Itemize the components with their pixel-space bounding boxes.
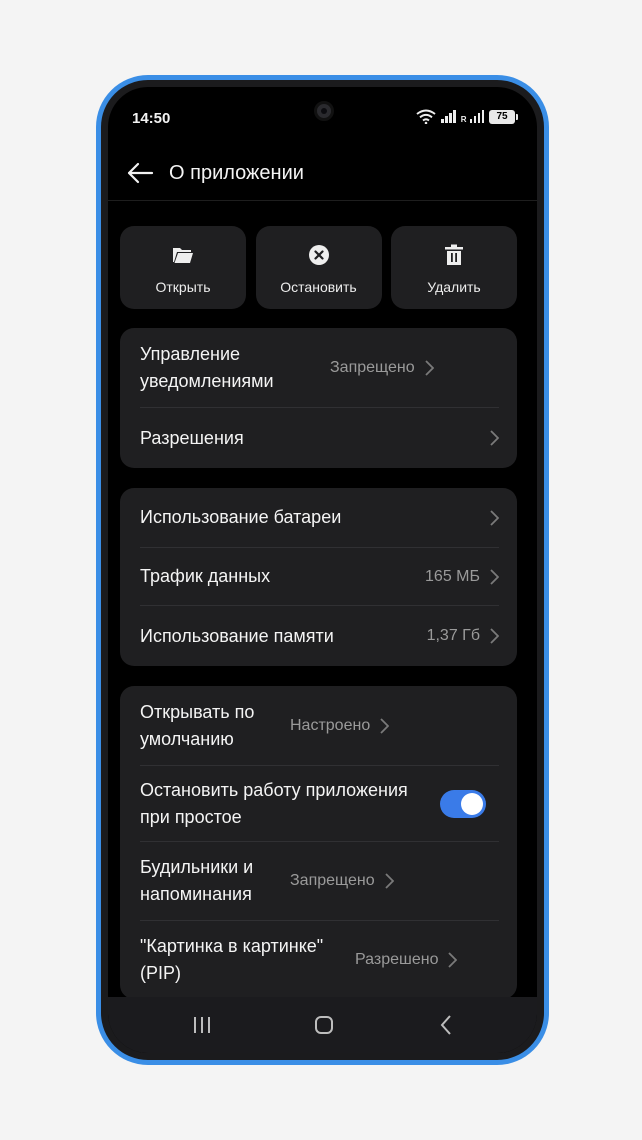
back-button[interactable]	[120, 153, 160, 193]
permissions-row[interactable]: Разрешения	[140, 408, 499, 468]
trash-icon	[442, 243, 466, 267]
open-by-default-value: Настроено	[290, 716, 371, 734]
front-camera	[314, 101, 334, 121]
chevron-right-icon	[448, 952, 458, 968]
notifications-title: Управление уведомлениями	[140, 343, 274, 391]
memory-usage-title: Использование памяти	[140, 625, 334, 646]
delete-button[interactable]: Удалить	[391, 226, 517, 309]
back-nav-icon	[440, 1015, 451, 1035]
alarms-value: Запрещено	[290, 872, 375, 889]
memory-usage-value: 1,37 Гб	[426, 627, 480, 644]
alarms-title: Будильники и напоминания	[140, 857, 254, 904]
idle-stop-toggle[interactable]	[440, 789, 486, 818]
notifications-value: Запрещено	[330, 358, 415, 376]
folder-open-icon	[171, 243, 195, 267]
idle-stop-title: Остановить работу приложения при простое	[140, 779, 408, 827]
chevron-right-icon	[425, 359, 434, 376]
phone-bezel: 14:50 R 75 О приложении Открыть Останови…	[101, 80, 544, 1060]
screen: 14:50 R 75 О приложении Открыть Останови…	[108, 87, 537, 1053]
settings-card-notifications: Управление уведомлениями Запрещено Разре…	[120, 328, 517, 468]
phone-frame: 14:50 R 75 О приложении Открыть Останови…	[96, 75, 549, 1065]
settings-card-usage: Использование батареи Трафик данных 165 …	[120, 488, 517, 666]
settings-card-behavior: Открывать по умолчанию Настроено Останов…	[120, 686, 517, 999]
stop-button[interactable]: Остановить	[255, 226, 382, 309]
data-traffic-title: Трафик данных	[140, 566, 271, 586]
status-time: 14:50	[132, 110, 171, 127]
data-traffic-value: 165 МБ	[425, 567, 480, 585]
page-title: О приложении	[169, 162, 304, 184]
pip-value: Разрешено	[355, 951, 439, 968]
open-button-label: Открыть	[155, 279, 211, 295]
battery-usage-title: Использование батареи	[140, 507, 342, 527]
home-button[interactable]	[310, 1011, 338, 1039]
app-header: О приложении	[108, 145, 537, 201]
open-by-default-row[interactable]: Открывать по умолчанию Настроено	[140, 686, 499, 766]
open-button[interactable]: Открыть	[120, 226, 246, 309]
signal-icon-sim1	[441, 110, 456, 123]
data-traffic-row[interactable]: Трафик данных 165 МБ	[140, 548, 499, 606]
recent-apps-icon	[194, 1017, 210, 1033]
open-by-default-title: Открывать по умолчанию	[140, 701, 255, 749]
battery-usage-row[interactable]: Использование батареи	[140, 488, 499, 548]
home-icon	[315, 1016, 333, 1034]
notifications-row[interactable]: Управление уведомлениями Запрещено	[140, 328, 499, 408]
chevron-right-icon	[385, 873, 394, 889]
chevron-right-icon	[490, 430, 499, 446]
battery-icon: 75	[489, 109, 518, 124]
signal-icon-sim2	[469, 110, 484, 123]
navigation-bar	[108, 997, 537, 1053]
pip-title: "Картинка в картинке" (PIP)	[140, 936, 324, 983]
permissions-title: Разрешения	[140, 427, 244, 448]
delete-button-label: Удалить	[427, 279, 481, 295]
chevron-right-icon	[490, 628, 499, 644]
action-buttons: Открыть Остановить Удалить	[120, 226, 517, 309]
status-icons: R 75	[416, 109, 518, 124]
status-bar: 14:50 R 75	[108, 87, 537, 131]
close-circle-icon	[307, 243, 331, 267]
chevron-right-icon	[380, 717, 390, 734]
chevron-right-icon	[490, 568, 499, 585]
memory-usage-row[interactable]: Использование памяти 1,37 Гб	[140, 606, 499, 666]
arrow-left-icon	[127, 162, 154, 184]
chevron-right-icon	[490, 509, 499, 526]
back-nav-button[interactable]	[432, 1011, 460, 1039]
alarms-row[interactable]: Будильники и напоминания Запрещено	[140, 842, 499, 921]
wifi-icon	[416, 109, 436, 124]
pip-row[interactable]: "Картинка в картинке" (PIP) Разрешено	[140, 921, 499, 999]
stop-button-label: Остановить	[280, 279, 357, 295]
idle-stop-row: Остановить работу приложения при простое	[140, 766, 499, 842]
roaming-indicator: R	[460, 115, 467, 124]
recent-apps-button[interactable]	[188, 1011, 216, 1039]
